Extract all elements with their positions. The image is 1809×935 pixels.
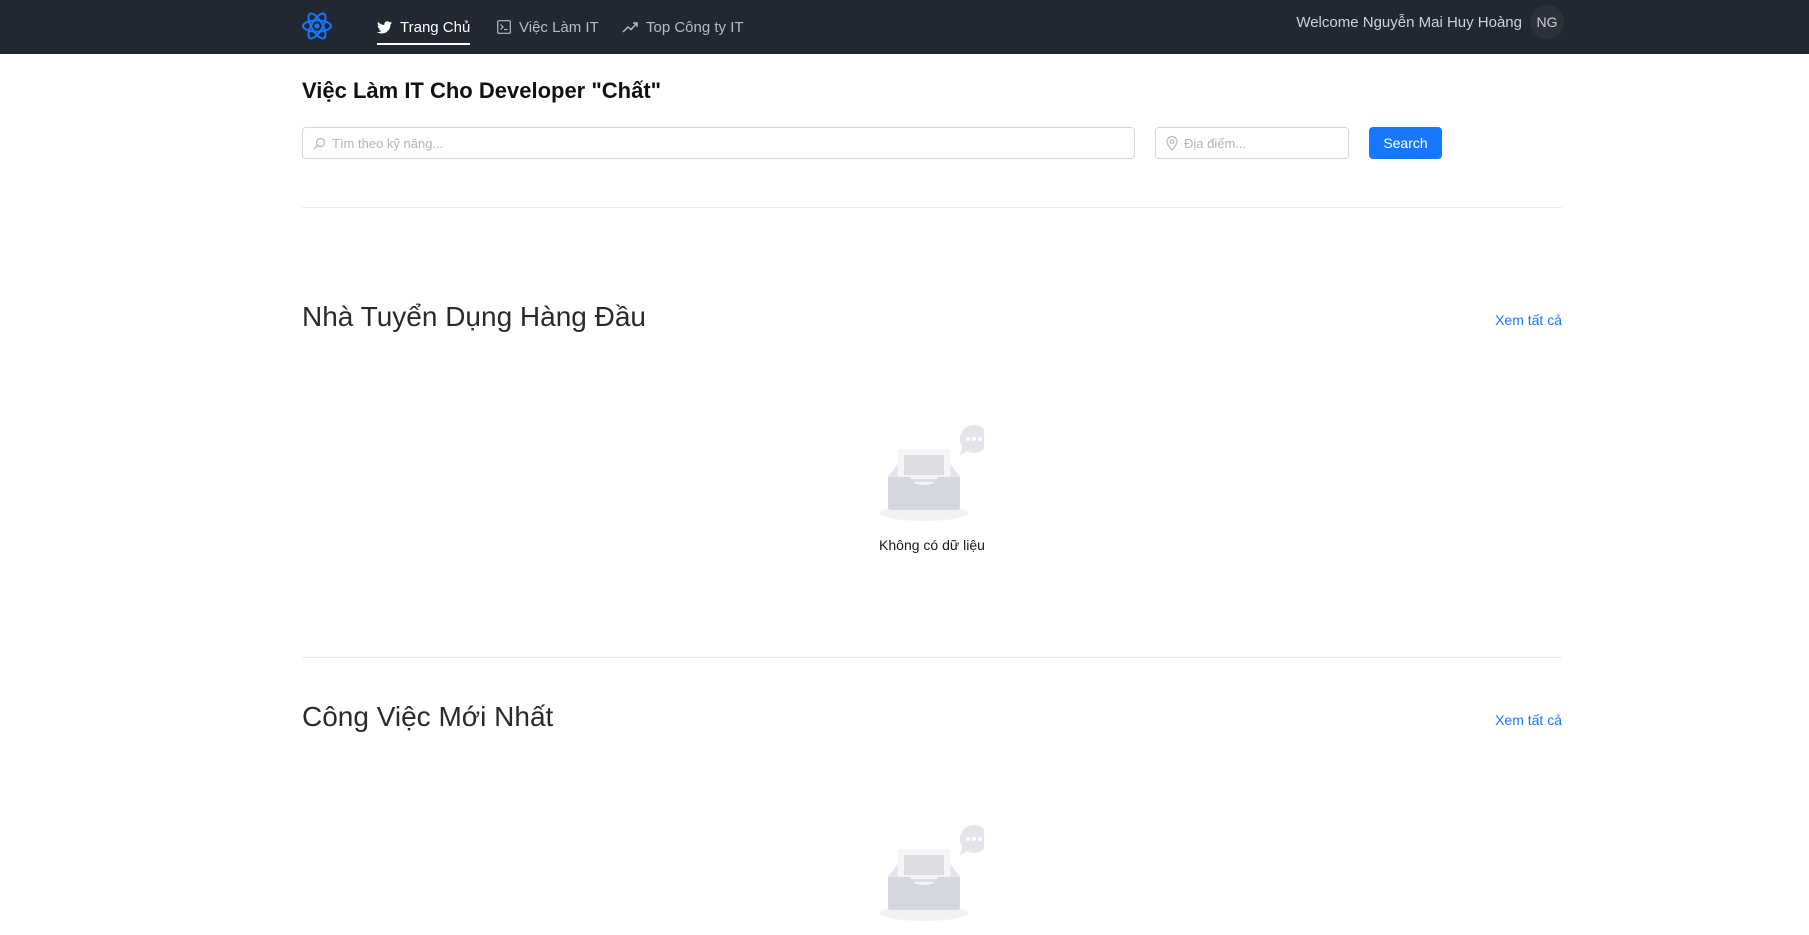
latest-jobs-title: Công Việc Mới Nhất [302, 701, 554, 732]
nav-top-companies[interactable]: Top Công ty IT [622, 0, 744, 54]
top-employers-see-all-link[interactable]: Xem tất cả [1495, 312, 1562, 328]
atom-logo-icon[interactable] [301, 10, 333, 42]
empty-inbox-icon [880, 825, 984, 921]
welcome-text: Welcome Nguyễn Mai Huy Hoàng [1296, 13, 1522, 31]
empty-inbox-icon [880, 425, 984, 521]
section-divider [302, 207, 1562, 208]
nav-it-jobs[interactable]: Việc Làm IT [497, 0, 599, 54]
search-button[interactable]: Search [1369, 127, 1442, 159]
top-employers-title: Nhà Tuyển Dụng Hàng Đầu [302, 301, 646, 332]
skill-search-input[interactable] [332, 135, 1071, 151]
user-avatar[interactable]: NG [1530, 5, 1564, 39]
skill-search-field[interactable] [302, 127, 1135, 159]
nav-home[interactable]: Trang Chủ [377, 0, 471, 54]
top-navbar: Trang Chủ Việc Làm IT Top Công ty IT Wel… [0, 0, 1809, 54]
latest-jobs-see-all-link[interactable]: Xem tất cả [1495, 712, 1562, 728]
section-divider [302, 657, 1562, 658]
twitter-icon [377, 20, 392, 33]
search-icon [313, 137, 326, 149]
nav-top-companies-label: Top Công ty IT [646, 18, 744, 36]
page-title: Việc Làm IT Cho Developer "Chất" [302, 78, 662, 103]
trending-up-icon [622, 22, 638, 33]
location-input[interactable] [1184, 135, 1348, 151]
terminal-icon [497, 20, 511, 34]
nav-it-jobs-label: Việc Làm IT [519, 18, 599, 36]
nav-home-label: Trang Chủ [400, 18, 471, 36]
map-pin-icon [1166, 135, 1178, 151]
empty-state-text: Không có dữ liệu [879, 537, 985, 553]
location-field[interactable] [1155, 127, 1349, 159]
